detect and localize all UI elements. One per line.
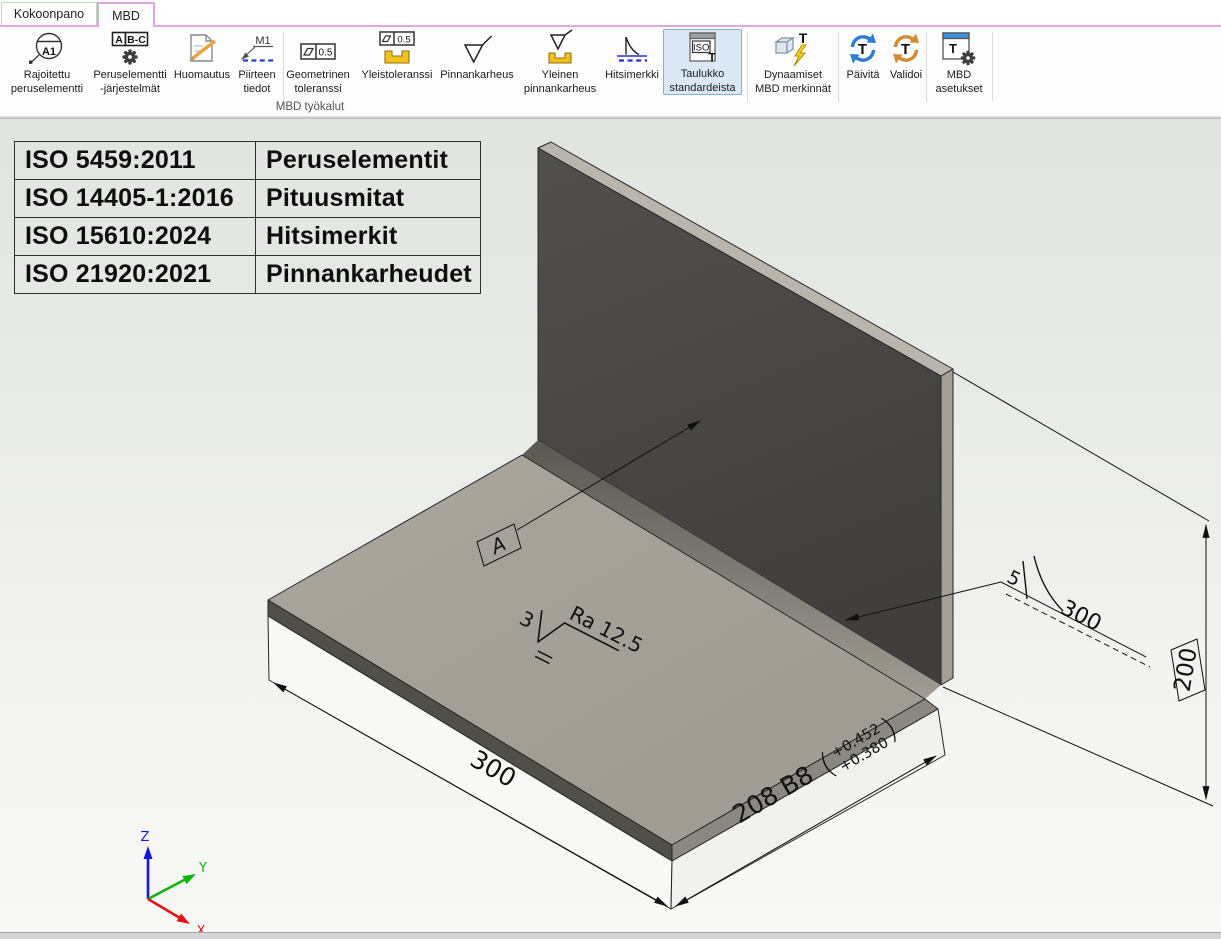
- button-pinnankarheus[interactable]: Pinnankarheus: [429, 30, 525, 102]
- wall-right-edge-face[interactable]: [941, 369, 953, 685]
- button-mbd-asetukset[interactable]: T MBD asetukset: [930, 30, 988, 102]
- mbd-settings-icon: T: [939, 30, 979, 67]
- tolerance-value-glyph: 0.5: [397, 35, 410, 46]
- m1-glyph: M1: [255, 35, 270, 47]
- ribbon-bottom-divider: [0, 116, 1221, 119]
- weld-size[interactable]: 5: [1003, 566, 1024, 591]
- application-window: Kokoonpano MBD ti: [0, 0, 1221, 939]
- general-tolerance-icon: 0.5: [377, 30, 417, 67]
- commandmanager-tabbar: Kokoonpano MBD: [0, 0, 1221, 27]
- button-label: Huomautus: [174, 69, 230, 83]
- button-validoi[interactable]: T Validoi: [884, 30, 928, 102]
- weld-symbol-icon: [613, 30, 651, 67]
- standards-table-icon: ISO T: [685, 30, 721, 66]
- button-yleinen-pinnankarheus[interactable]: Yleinen pinnankarheus: [512, 30, 608, 102]
- button-label: Yleinen pinnankarheus: [524, 69, 596, 96]
- tab-kokoonpano[interactable]: Kokoonpano: [1, 2, 97, 25]
- feature-info-icon: M1: [236, 30, 278, 67]
- t-glyph: T: [708, 51, 716, 65]
- refresh-icon: T: [845, 30, 881, 67]
- bottom-strip: [0, 932, 1221, 939]
- dynamic-annotations-icon: T: [772, 30, 814, 67]
- button-taulukko-standardeista[interactable]: ISO T Taulukko standardeista: [663, 29, 742, 95]
- validate-icon: T: [888, 30, 924, 67]
- button-paivita[interactable]: T Päivitä: [841, 30, 885, 102]
- button-label: Validoi: [890, 69, 922, 83]
- limited-datum-icon: A1: [25, 30, 69, 67]
- button-label: Piirteen tiedot: [238, 69, 275, 96]
- mbd-ribbon: ti: [0, 27, 1221, 116]
- group-separator: [838, 32, 839, 102]
- button-label: Taulukko standardeista: [669, 68, 735, 95]
- weld-length[interactable]: 300: [1057, 596, 1106, 637]
- button-label: MBD asetukset: [935, 69, 982, 96]
- ribbon-group-label: MBD työkalut: [240, 101, 380, 113]
- button-label: Dynaamiset MBD merkinnät: [755, 69, 831, 96]
- t-glyph: T: [949, 41, 957, 56]
- button-peruselementti-jarjestelmat[interactable]: A B-C Peruselementti -järjestelmät: [88, 30, 172, 102]
- general-surface-finish-icon: [540, 30, 580, 67]
- button-label: Yleistoleranssi: [362, 69, 433, 83]
- button-dynaamiset-mbd-merkinnat[interactable]: T Dynaamiset MBD merkinnät: [749, 30, 837, 102]
- datum-systems-icon: A B-C: [110, 30, 150, 67]
- l-bracket-model[interactable]: [268, 142, 953, 909]
- triad-z-label: Z: [141, 830, 150, 845]
- tab-accent-line: [0, 25, 1221, 27]
- group-separator: [926, 32, 927, 102]
- button-label: Hitsimerkki: [605, 69, 659, 83]
- geometric-tolerance-icon: 0.5: [296, 30, 340, 67]
- button-label: Rajoitettu peruselementti: [11, 69, 83, 96]
- button-yleistoleranssi[interactable]: 0.5 Yleistoleranssi: [356, 30, 438, 102]
- button-label: Pinnankarheus: [440, 69, 513, 83]
- dimension-height-200[interactable]: 200: [943, 372, 1213, 806]
- t-glyph: T: [858, 41, 867, 58]
- model-scene: 300 208 B8 ( +0.452 +0.380 ): [0, 119, 1221, 933]
- note-icon: [183, 30, 221, 67]
- tab-mbd[interactable]: MBD: [97, 2, 155, 27]
- graphics-viewport[interactable]: ISO 5459:2011 Peruselementit ISO 14405-1…: [0, 119, 1221, 933]
- dim-200-text[interactable]: 200: [1169, 646, 1202, 694]
- bc-glyph: B-C: [127, 34, 146, 46]
- button-geometrinen-toleranssi[interactable]: 0.5 Geometrinen toleranssi: [277, 30, 359, 102]
- a-glyph: A: [115, 34, 123, 46]
- orientation-triad[interactable]: Z Y X: [141, 830, 207, 933]
- button-label: Päivitä: [846, 69, 879, 83]
- group-separator: [992, 32, 993, 102]
- button-label: Geometrinen toleranssi: [286, 69, 350, 96]
- button-piirteen-tiedot[interactable]: M1 Piirteen tiedot: [233, 30, 281, 102]
- tolerance-value-glyph: 0.5: [319, 48, 333, 59]
- triad-y-label: Y: [198, 861, 207, 876]
- group-separator: [747, 32, 748, 102]
- surface-finish-icon: [458, 30, 496, 67]
- button-huomautus[interactable]: Huomautus: [171, 30, 233, 102]
- t-glyph: T: [901, 41, 910, 58]
- a1-glyph: A1: [42, 46, 56, 58]
- button-hitsimerkki[interactable]: Hitsimerkki: [603, 30, 661, 102]
- button-label: Peruselementti -järjestelmät: [93, 69, 166, 96]
- t-glyph: T: [799, 30, 808, 46]
- iso-glyph: ISO: [693, 42, 709, 53]
- button-rajoitettu-peruselementti[interactable]: A1 Rajoitettu peruselementti: [5, 30, 89, 102]
